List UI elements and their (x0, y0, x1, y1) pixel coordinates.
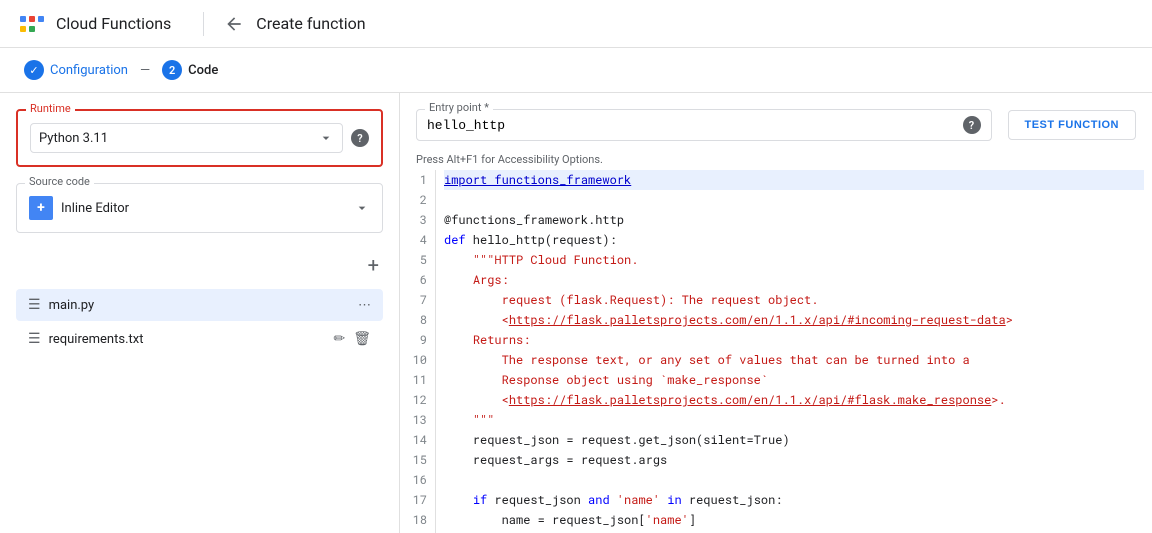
ln-3: 3 (408, 210, 427, 230)
step1-label: Configuration (50, 63, 128, 78)
page-title: Create function (256, 14, 365, 33)
step2-label: Code (188, 63, 218, 78)
code-line-9: Returns: (444, 330, 1144, 350)
ln-7: 7 (408, 290, 427, 310)
more-options-main-py[interactable]: ⋯ (358, 298, 371, 313)
ln-13: 13 (408, 410, 427, 430)
step2-number: 2 (162, 60, 182, 80)
app-title: Cloud Functions (56, 14, 171, 33)
code-line-2 (444, 190, 1144, 210)
ln-5: 5 (408, 250, 427, 270)
edit-requirements-icon[interactable]: ✏ (333, 331, 345, 347)
entry-point-input[interactable] (427, 118, 955, 133)
code-line-3: @functions_framework.http (444, 210, 1144, 230)
ln-1: 1 (408, 170, 427, 190)
ln-11: 11 (408, 370, 427, 390)
code-line-6: Args: (444, 270, 1144, 290)
file-item-main-py[interactable]: ☰ main.py ⋯ (16, 289, 383, 321)
delete-requirements-icon[interactable]: 🗑 (353, 331, 371, 347)
ln-15: 15 (408, 450, 427, 470)
file-actions-requirements: ✏ 🗑 (333, 331, 371, 347)
right-top-bar: Entry point * ? TEST FUNCTION (400, 93, 1152, 149)
code-line-11: Response object using `make_response` (444, 370, 1144, 390)
file-name-main-py: main.py (49, 298, 350, 313)
ln-9: 9 (408, 330, 427, 350)
source-dropdown[interactable]: Inline Editor (61, 200, 370, 216)
step-configuration: ✓ Configuration (24, 60, 128, 80)
file-icon-main-py: ☰ (28, 297, 41, 313)
cloud-functions-logo (16, 8, 48, 40)
step-code: 2 Code (162, 60, 218, 80)
code-line-16 (444, 470, 1144, 490)
right-panel: Entry point * ? TEST FUNCTION Press Alt+… (400, 93, 1152, 533)
runtime-label: Runtime (26, 102, 75, 115)
accessibility-hint: Press Alt+F1 for Accessibility Options. (400, 149, 1152, 170)
code-line-14: request_json = request.get_json(silent=T… (444, 430, 1144, 450)
ln-10: 10 (408, 350, 427, 370)
code-line-15: request_args = request.args (444, 450, 1144, 470)
code-line-1: import functions_framework (444, 170, 1144, 190)
add-file-button[interactable]: + (364, 249, 383, 281)
ln-16: 16 (408, 470, 427, 490)
logo-area: Cloud Functions (16, 8, 171, 40)
header-divider (203, 12, 204, 36)
step1-check-icon: ✓ (24, 60, 44, 80)
app-header: Cloud Functions Create function (0, 0, 1152, 48)
file-list: ☰ main.py ⋯ ☰ requirements.txt ✏ 🗑 (16, 289, 383, 355)
ln-17: 17 (408, 490, 427, 510)
line-numbers: 1 2 3 4 5 6 7 8 9 10 11 12 13 14 15 16 1… (400, 170, 436, 533)
runtime-section: Runtime Python 3.11 ? (16, 109, 383, 167)
runtime-value: Python 3.11 (39, 131, 108, 146)
code-line-12: <https://flask.palletsprojects.com/en/1.… (444, 390, 1144, 410)
code-line-17: if request_json and 'name' in request_js… (444, 490, 1144, 510)
ln-8: 8 (408, 310, 427, 330)
code-content: import functions_framework @functions_fr… (436, 170, 1152, 533)
entry-row: ? (427, 116, 981, 134)
add-file-row: + (16, 249, 383, 281)
code-line-4: def hello_http(request): (444, 230, 1144, 250)
code-line-7: request (flask.Request): The request obj… (444, 290, 1144, 310)
runtime-help-icon[interactable]: ? (351, 129, 369, 147)
file-icon-requirements: ☰ (28, 331, 41, 347)
source-option: Inline Editor (61, 201, 129, 216)
code-line-5: """HTTP Cloud Function. (444, 250, 1144, 270)
steps-bar: ✓ Configuration — 2 Code (0, 48, 1152, 93)
entry-help-icon[interactable]: ? (963, 116, 981, 134)
runtime-dropdown[interactable]: Python 3.11 (30, 123, 343, 153)
code-editor[interactable]: 1 2 3 4 5 6 7 8 9 10 11 12 13 14 15 16 1… (400, 170, 1152, 533)
file-item-requirements[interactable]: ☰ requirements.txt ✏ 🗑 (16, 323, 383, 355)
source-row: + Inline Editor (29, 196, 370, 220)
runtime-row: Python 3.11 ? (30, 123, 369, 153)
code-line-10: The response text, or any set of values … (444, 350, 1144, 370)
ln-14: 14 (408, 430, 427, 450)
source-section: Source code + Inline Editor (16, 183, 383, 233)
ln-2: 2 (408, 190, 427, 210)
inline-editor-icon: + (29, 196, 53, 220)
code-line-18: name = request_json['name'] (444, 510, 1144, 530)
ln-4: 4 (408, 230, 427, 250)
main-content: Runtime Python 3.11 ? Source code + Inli… (0, 93, 1152, 533)
left-panel: Runtime Python 3.11 ? Source code + Inli… (0, 93, 400, 533)
test-function-button[interactable]: TEST FUNCTION (1008, 110, 1137, 140)
entry-point-section: Entry point * ? (416, 109, 992, 141)
step-separator: — (140, 63, 150, 78)
ln-12: 12 (408, 390, 427, 410)
entry-point-label: Entry point * (425, 101, 493, 114)
code-line-8: <https://flask.palletsprojects.com/en/1.… (444, 310, 1144, 330)
source-label: Source code (25, 175, 94, 188)
file-name-requirements: requirements.txt (49, 332, 326, 347)
file-actions-main-py: ⋯ (358, 298, 371, 313)
code-line-13: """ (444, 410, 1144, 430)
ln-6: 6 (408, 270, 427, 290)
back-button[interactable] (220, 10, 248, 38)
ln-18: 18 (408, 510, 427, 530)
